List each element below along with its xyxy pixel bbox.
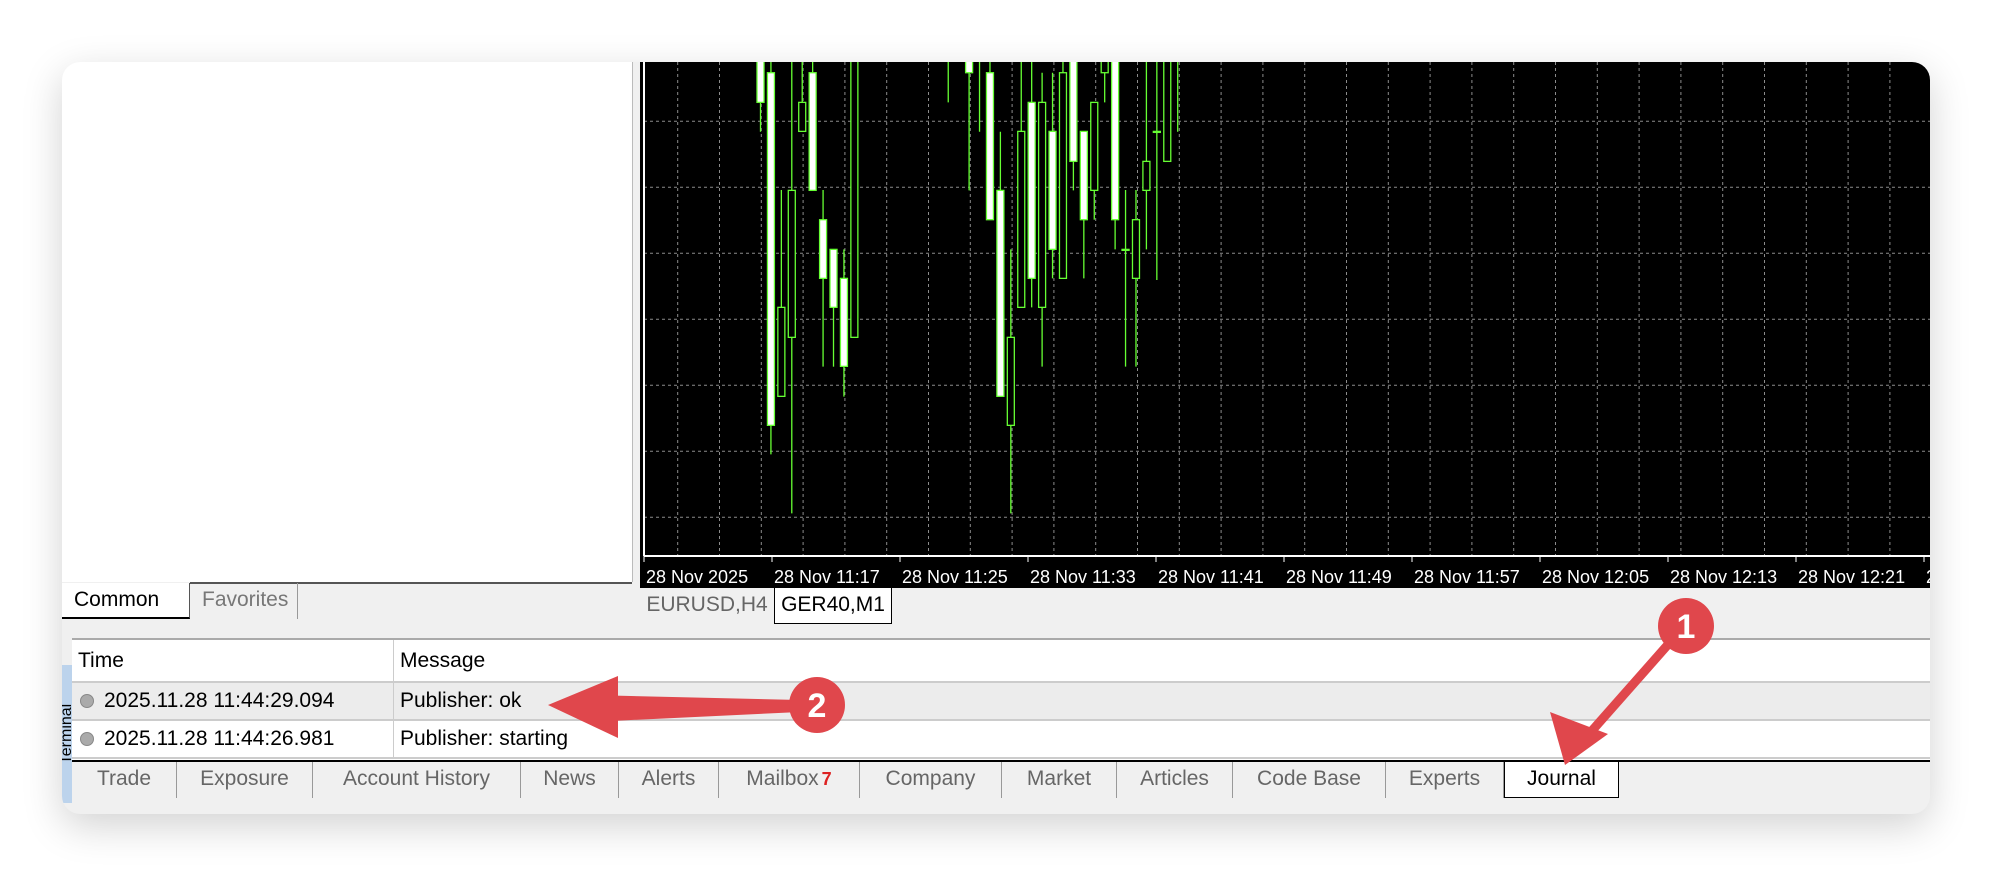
annotation-overlay: 1 2 [548, 598, 1714, 765]
annotation-arrow-2: 2 [548, 676, 845, 738]
annotation-number-2: 2 [808, 687, 827, 725]
annotation-arrow-1: 1 [1550, 598, 1714, 765]
annotation-number-1: 1 [1677, 608, 1696, 646]
